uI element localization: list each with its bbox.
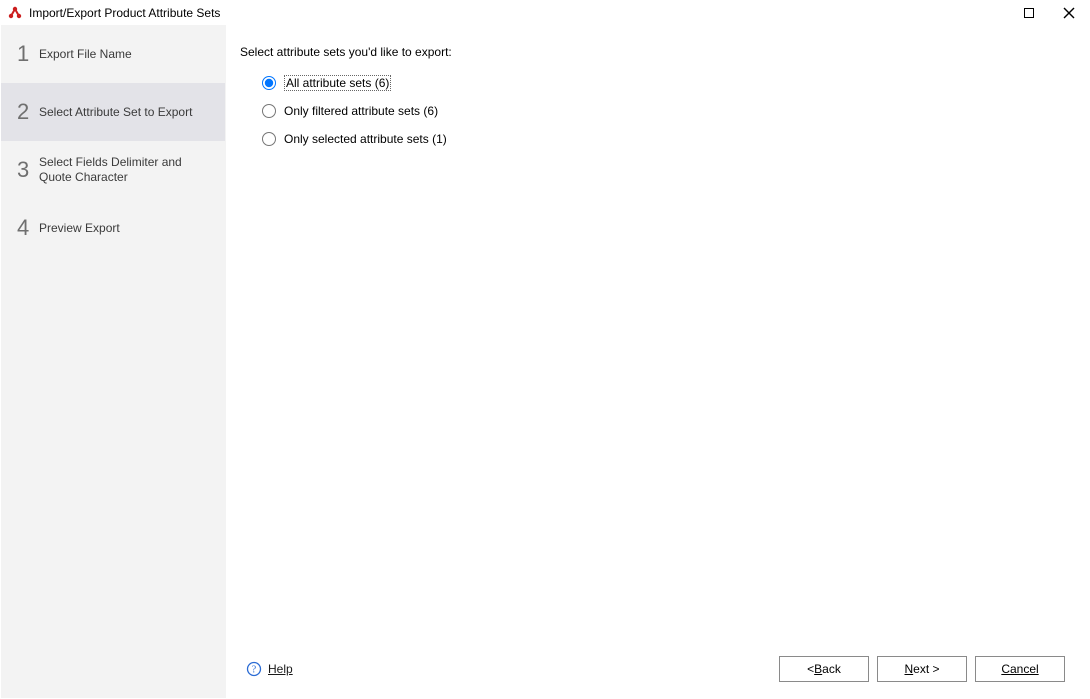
wizard-step-1[interactable]: 1 Export File Name xyxy=(1,25,225,83)
radio-input-all[interactable] xyxy=(262,76,276,90)
wizard-footer: ? Help < Back Next > Cancel xyxy=(240,648,1069,688)
option-all-attribute-sets[interactable]: All attribute sets (6) xyxy=(262,69,1069,97)
cancel-button[interactable]: Cancel xyxy=(975,656,1065,682)
help-link[interactable]: ? Help xyxy=(246,661,293,677)
wizard-step-3[interactable]: 3 Select Fields Delimiter and Quote Char… xyxy=(1,141,225,199)
option-selected-attribute-sets[interactable]: Only selected attribute sets (1) xyxy=(262,125,1069,153)
radio-label: All attribute sets (6) xyxy=(284,75,391,91)
window-title: Import/Export Product Attribute Sets xyxy=(29,6,220,20)
radio-label: Only selected attribute sets (1) xyxy=(284,132,447,146)
maximize-button[interactable] xyxy=(1009,1,1049,25)
wizard-body: 1 Export File Name 2 Select Attribute Se… xyxy=(1,25,1089,698)
option-filtered-attribute-sets[interactable]: Only filtered attribute sets (6) xyxy=(262,97,1069,125)
step-number: 3 xyxy=(17,157,39,183)
radio-input-filtered[interactable] xyxy=(262,104,276,118)
wizard-content: Select attribute sets you'd like to expo… xyxy=(226,25,1089,698)
step-label: Select Fields Delimiter and Quote Charac… xyxy=(39,155,215,185)
attribute-set-options: All attribute sets (6) Only filtered att… xyxy=(262,69,1069,153)
step-label: Select Attribute Set to Export xyxy=(39,105,215,120)
help-label: Help xyxy=(268,662,293,676)
wizard-step-2[interactable]: 2 Select Attribute Set to Export xyxy=(1,83,225,141)
svg-text:?: ? xyxy=(252,665,257,676)
wizard-steps-sidebar: 1 Export File Name 2 Select Attribute Se… xyxy=(1,25,226,698)
step-label: Preview Export xyxy=(39,221,215,236)
wizard-window: Import/Export Product Attribute Sets 1 E… xyxy=(0,0,1090,699)
help-icon: ? xyxy=(246,661,262,677)
step-number: 1 xyxy=(17,41,39,67)
radio-label: Only filtered attribute sets (6) xyxy=(284,104,438,118)
close-icon xyxy=(1062,6,1076,20)
app-icon xyxy=(7,5,23,21)
radio-input-selected[interactable] xyxy=(262,132,276,146)
step-number: 2 xyxy=(17,99,39,125)
step-label: Export File Name xyxy=(39,47,215,62)
maximize-icon xyxy=(1023,7,1035,19)
step-number: 4 xyxy=(17,215,39,241)
wizard-step-4[interactable]: 4 Preview Export xyxy=(1,199,225,257)
next-button[interactable]: Next > xyxy=(877,656,967,682)
titlebar: Import/Export Product Attribute Sets xyxy=(1,1,1089,25)
selection-prompt: Select attribute sets you'd like to expo… xyxy=(240,45,1069,59)
back-button[interactable]: < Back xyxy=(779,656,869,682)
close-button[interactable] xyxy=(1049,1,1089,25)
